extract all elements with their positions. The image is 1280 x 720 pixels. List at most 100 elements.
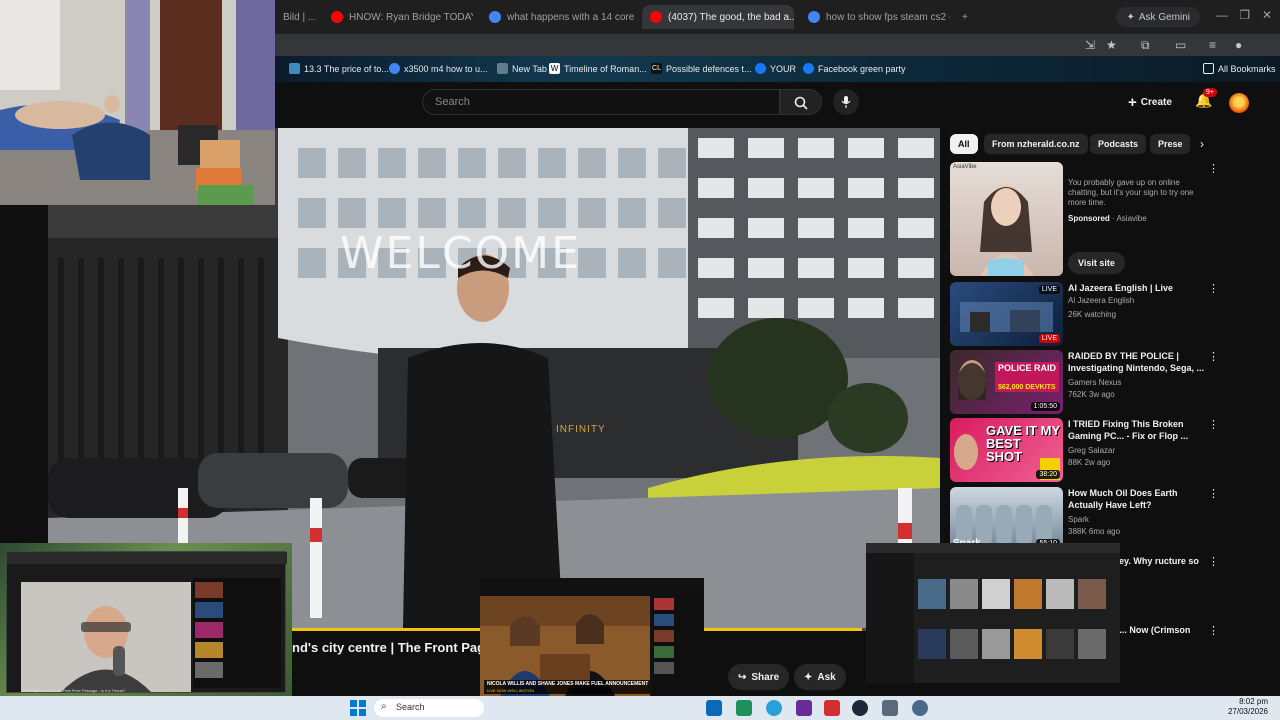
visit-site-button[interactable]: Visit site <box>1068 252 1125 274</box>
chip-prese[interactable]: Prese <box>1150 134 1190 154</box>
bookmark-label: 13.3 The price of to... <box>304 63 389 74</box>
store-icon[interactable] <box>706 700 722 716</box>
browser-tab[interactable]: Bild | ... <box>275 5 315 29</box>
video-title[interactable]: RAIDED BY THE POLICE | Investigating Nin… <box>1068 350 1208 374</box>
video-thumbnail[interactable]: LIVE LIVE <box>950 282 1063 346</box>
more-options-icon[interactable]: ⋮ <box>1208 418 1219 431</box>
video-thumbnail[interactable]: POLICE RAID $62,000 DEVKITS 1:05:50 <box>950 350 1063 414</box>
bookmark-label: x3500 m4 how to u... <box>404 63 488 74</box>
browser-tab[interactable]: HNOW: Ryan Bridge TODAY 1... ✕ <box>323 5 473 29</box>
sponsored-label: Sponsored <box>1068 214 1110 223</box>
system-clock[interactable]: 8:02 pm 27/03/2026 <box>1228 697 1268 717</box>
cast-icon[interactable]: ▭ <box>1175 38 1186 52</box>
bookmark-item[interactable]: W Timeline of Roman... <box>549 63 647 74</box>
maximize-icon[interactable]: ❐ <box>1239 8 1250 22</box>
more-options-icon[interactable]: ⋮ <box>1208 350 1219 363</box>
ad-thumb-label: AsiaVibe <box>953 164 977 170</box>
search-icon: ⌕ <box>381 701 387 712</box>
menu-lines-icon[interactable]: ≡ <box>1209 38 1216 52</box>
pip-titlebar <box>7 552 287 564</box>
browser-tab-active[interactable]: (4037) The good, the bad a... 🔊 ✕ <box>642 5 794 29</box>
app-icon[interactable] <box>736 700 752 716</box>
building-sign: INFINITY <box>556 424 606 435</box>
bookmark-item[interactable]: Facebook green party <box>803 63 906 74</box>
recommendation-item[interactable]: POLICE RAID $62,000 DEVKITS 1:05:50 RAID… <box>950 350 1220 414</box>
browser-tab-strip: Bild | ... HNOW: Ryan Bridge TODAY 1... … <box>275 0 1280 34</box>
chevron-right-icon[interactable]: › <box>1200 137 1204 151</box>
telegram-icon[interactable] <box>766 700 782 716</box>
ask-button[interactable]: ✦ Ask <box>794 664 846 690</box>
ad-thumbnail[interactable]: AsiaVibe <box>950 162 1063 276</box>
chip-nzherald[interactable]: From nzherald.co.nz <box>984 134 1088 154</box>
bookmark-item[interactable]: 13.3 The price of to... <box>289 63 389 74</box>
more-options-icon[interactable]: ⋮ <box>1208 282 1219 295</box>
gamepad-icon[interactable] <box>882 700 898 716</box>
recommendation-item[interactable]: Spark 55:10 How Much Oil Does Earth Actu… <box>950 487 1220 551</box>
video-title: nd's city centre | The Front Page <box>292 640 493 655</box>
sparkle-icon: ✦ <box>804 671 813 683</box>
avatar[interactable] <box>1229 93 1249 113</box>
channel-name[interactable]: Spark <box>1068 515 1089 524</box>
gemini-label: Ask Gemini <box>1138 11 1190 23</box>
extensions-icon[interactable]: ⧉ <box>1141 38 1150 53</box>
windows-start-icon[interactable] <box>350 700 366 716</box>
install-icon[interactable]: ⇲ <box>1085 38 1095 52</box>
bookmark-item[interactable]: x3500 m4 how to u... <box>389 63 488 74</box>
live-badge: LIVE <box>1038 334 1060 343</box>
clock-date: 27/03/2026 <box>1227 707 1268 716</box>
pip-window-left[interactable]: Ed Hardy's book. Don't Feel Price Passag… <box>0 543 292 698</box>
channel-name[interactable]: Al Jazeera English <box>1068 296 1134 305</box>
create-label: Create <box>1140 96 1172 108</box>
all-bookmarks-button[interactable]: All Bookmarks <box>1203 63 1276 74</box>
video-thumbnail[interactable]: GAVE IT MY BEST SHOT 38:20 <box>950 418 1063 482</box>
search-button[interactable] <box>780 89 822 115</box>
new-tab-button[interactable]: + <box>957 5 979 29</box>
minimize-icon[interactable]: — <box>1216 8 1228 22</box>
bookmark-item[interactable]: New Tab <box>497 63 547 74</box>
ad-card[interactable]: AsiaVibe Chat Freely With Us You probabl… <box>950 162 1220 276</box>
video-title[interactable]: I TRIED Fixing This Broken Gaming PC... … <box>1068 418 1208 442</box>
voice-search-button[interactable] <box>833 89 859 115</box>
tab-title: (4037) The good, the bad a... <box>668 11 794 23</box>
more-options-icon[interactable]: ⋮ <box>1208 624 1219 637</box>
pip-caption: Ed Hardy's book. Don't Feel Price Passag… <box>21 688 126 693</box>
share-button[interactable]: ↪ Share <box>728 664 790 690</box>
cl-icon: CL <box>651 63 662 74</box>
thumbnail-text: POLICE RAID <box>998 363 1057 373</box>
channel-name[interactable]: Greg Salazar <box>1068 446 1115 455</box>
create-button[interactable]: + Create <box>1120 89 1180 115</box>
profile-icon[interactable]: ● <box>1235 38 1242 52</box>
ask-gemini-button[interactable]: ✦ Ask Gemini <box>1116 7 1200 27</box>
close-window-icon[interactable]: ✕ <box>1262 8 1272 22</box>
video-thumbnail[interactable]: Spark 55:10 <box>950 487 1063 551</box>
video-title[interactable]: How Much Oil Does Earth Actually Have Le… <box>1068 487 1208 511</box>
acrobat-icon[interactable] <box>824 700 840 716</box>
chip-podcasts[interactable]: Podcasts <box>1090 134 1147 154</box>
browser-toolbar: ⇲ ★ ⧉ ▭ ≡ ● <box>275 34 1280 56</box>
settings-gear-icon[interactable] <box>912 700 928 716</box>
bookmark-item[interactable]: YOUR <box>755 63 796 74</box>
bookmark-item[interactable]: CL Possible defences t... <box>651 63 752 74</box>
browser-tab[interactable]: what happens with a 14 core w... ✕ <box>481 5 636 29</box>
more-options-icon[interactable]: ⋮ <box>1208 487 1219 500</box>
plus-icon: + <box>962 11 968 23</box>
steam-icon[interactable] <box>852 700 868 716</box>
search-input[interactable]: Search <box>422 89 780 115</box>
more-options-icon[interactable]: ⋮ <box>1208 555 1219 568</box>
taskbar-search[interactable]: ⌕ Search <box>374 699 484 717</box>
app-icon[interactable] <box>796 700 812 716</box>
pip-window-middle[interactable]: NICOLA WILLIS AND SHANE JONES MAKE FUEL … <box>480 578 704 712</box>
chip-all[interactable]: All <box>950 134 978 154</box>
recommendation-item[interactable]: GAVE IT MY BEST SHOT 38:20 I TRIED Fixin… <box>950 418 1220 482</box>
folder-icon <box>1203 63 1214 74</box>
channel-name[interactable]: Gamers Nexus <box>1068 378 1121 387</box>
taskbar-search-label: Search <box>396 702 425 712</box>
browser-tab[interactable]: how to show fps steam cs2 - G... ✕ <box>800 5 950 29</box>
microphone-icon <box>841 96 851 108</box>
pip-window-right[interactable] <box>866 543 1120 683</box>
bookmark-star-icon[interactable]: ★ <box>1106 38 1117 52</box>
more-options-icon[interactable]: ⋮ <box>1208 162 1219 175</box>
video-title[interactable]: Al Jazeera English | Live <box>1068 282 1208 294</box>
tab-title: Bild | ... <box>283 11 315 23</box>
recommendation-item[interactable]: LIVE LIVE Al Jazeera English | Live Al J… <box>950 282 1220 346</box>
